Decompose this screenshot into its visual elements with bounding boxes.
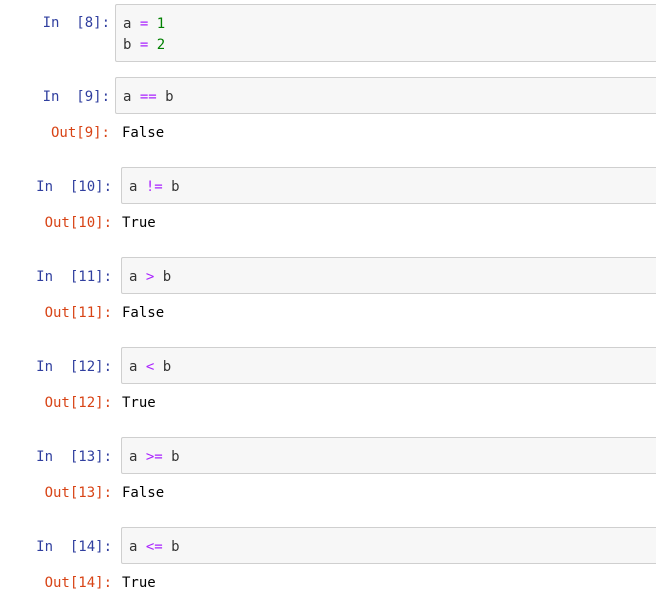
output-value: True: [122, 395, 156, 411]
input-prompt: In [14]:: [36, 539, 112, 555]
output-prompt: Out[12]:: [44, 395, 112, 411]
code-line: a == b: [123, 89, 174, 105]
notebook-cell-9: In [9]: a == b Out[9]: False: [0, 77, 656, 147]
code-line: a < b: [129, 359, 172, 375]
code-line: a >= b: [129, 449, 180, 465]
code-line: a = 1: [123, 16, 166, 32]
code-line: a > b: [129, 269, 172, 285]
input-prompt: In [13]:: [36, 449, 112, 465]
notebook-cell-10: In [10]: a != b Out[10]: True: [0, 167, 656, 237]
notebook-cell-12: In [12]: a < b Out[12]: True: [0, 347, 656, 417]
input-prompt: In [11]:: [36, 269, 112, 285]
input-prompt: In [12]:: [36, 359, 112, 375]
output-value: False: [122, 125, 165, 141]
input-prompt: In [9]:: [42, 89, 110, 105]
notebook-cell-14: In [14]: a <= b Out[14]: True: [0, 527, 656, 597]
output-value: True: [122, 215, 156, 231]
code-input-area[interactable]: a < b: [121, 347, 656, 384]
code-input-area[interactable]: a != b: [121, 167, 656, 204]
code-input-area[interactable]: a > b: [121, 257, 656, 294]
output-value: False: [122, 485, 165, 501]
notebook-cell-11: In [11]: a > b Out[11]: False: [0, 257, 656, 327]
code-input-area[interactable]: a >= b: [121, 437, 656, 474]
input-prompt: In [8]:: [42, 15, 110, 31]
output-value: False: [122, 305, 165, 321]
input-prompt: In [10]:: [36, 179, 112, 195]
code-input-area[interactable]: a = 1 b = 2: [115, 4, 656, 62]
notebook-cell-13: In [13]: a >= b Out[13]: False: [0, 437, 656, 507]
notebook-cell-8: In [8]: a = 1 b = 2: [0, 4, 656, 62]
output-prompt: Out[11]:: [44, 305, 112, 321]
code-line: a != b: [129, 179, 180, 195]
code-line: b = 2: [123, 37, 166, 53]
output-prompt: Out[13]:: [44, 485, 112, 501]
code-line: a <= b: [129, 539, 180, 555]
output-prompt: Out[9]:: [50, 125, 110, 141]
output-value: True: [122, 575, 156, 591]
output-prompt: Out[10]:: [44, 215, 112, 231]
output-prompt: Out[14]:: [44, 575, 112, 591]
code-input-area[interactable]: a <= b: [121, 527, 656, 564]
code-input-area[interactable]: a == b: [115, 77, 656, 114]
